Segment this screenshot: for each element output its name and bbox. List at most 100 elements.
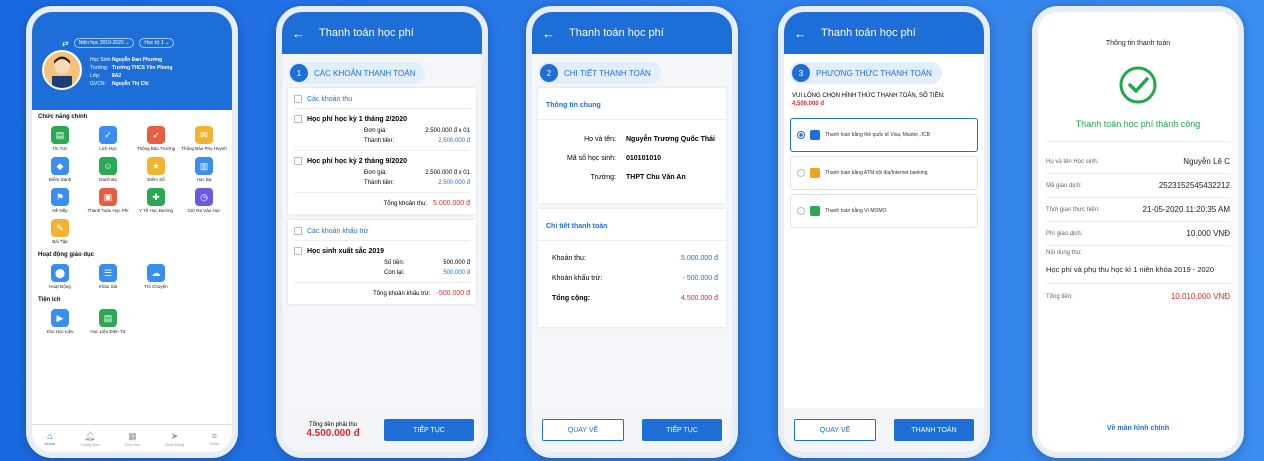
- grid-item[interactable]: ◷ Giờ Ra Vào Học: [180, 188, 228, 213]
- income-sum: Tổng khoản thu: 5.000.000 đ: [294, 193, 470, 210]
- info-row: GVCN: Nguyễn Thị Chi: [90, 80, 172, 88]
- grid-item[interactable]: ☁ Trò Chuyện: [132, 264, 180, 289]
- grid-item[interactable]: ✉ Thông Báo Phụ Huynh: [180, 126, 228, 151]
- detail-title: Chi tiết thanh toán: [538, 209, 726, 241]
- amount-label: Số tiền:: [384, 260, 405, 266]
- tab-label: Thông Báo: [80, 441, 100, 447]
- survey-icon: ☰: [99, 264, 117, 282]
- row-label: Mã giao dịch:: [1046, 182, 1082, 189]
- back-arrow-icon[interactable]: ←: [292, 26, 305, 41]
- tab-notify[interactable]: 🔔︎ Thông Báo: [80, 431, 100, 447]
- tab-label: Thêm: [209, 441, 220, 446]
- pay-button[interactable]: THANH TOÁN: [894, 419, 974, 441]
- checkbox[interactable]: [294, 247, 302, 255]
- term-select[interactable]: Học kỳ 1 ⌄: [139, 38, 175, 48]
- calendar-icon: ▦: [128, 430, 137, 441]
- back-button[interactable]: QUAY VỀ: [542, 419, 624, 441]
- row-label: Phí giao dịch:: [1046, 230, 1083, 237]
- year-select[interactable]: Niên học 2019-2020 ⌄: [73, 38, 135, 48]
- fee-item: Học phí học kỳ 2 tháng 9/2020 Đơn giá: 2.…: [294, 151, 470, 193]
- grid-item[interactable]: ✚ Y Tế Học Đường: [132, 188, 180, 213]
- grid-item[interactable]: ▣ Thanh Toán Học Phí: [84, 188, 132, 213]
- tab-more[interactable]: ≡ Thêm: [209, 431, 219, 446]
- grid-item[interactable]: ▶ Kho Học Liệu: [36, 309, 84, 334]
- tab-home[interactable]: ⌂ Home: [44, 431, 55, 446]
- grid-item[interactable]: ✎ Bài Tập: [36, 219, 84, 244]
- grid-item[interactable]: ⬤ Hoạt Động: [36, 264, 84, 289]
- checkbox[interactable]: [294, 157, 302, 165]
- field-label: Trường:: [590, 174, 616, 181]
- deduction-title: Các khoản khấu trừ: [307, 227, 369, 235]
- field-value: 010101010: [626, 155, 662, 162]
- info-row: Trường: Trường THCS Yên Phong: [90, 64, 172, 72]
- back-arrow-icon[interactable]: ←: [542, 26, 555, 41]
- util-grid: ▶ Kho Học Liệu ▤ Học Liệu Điện Tử: [32, 305, 232, 338]
- deduction-sum: Tổng khoản khấu trừ: -500.000 đ: [294, 283, 470, 300]
- checkbox[interactable]: [294, 95, 302, 103]
- menu-icon: ≡: [211, 431, 217, 441]
- tab-schedule[interactable]: ▦ Lịch Học: [125, 431, 141, 447]
- back-arrow-icon[interactable]: ←: [794, 26, 807, 41]
- radio-button[interactable]: [797, 207, 805, 215]
- grid-item[interactable]: ☺ Danh Bạ: [84, 157, 132, 182]
- income-header[interactable]: Các khoản thu: [294, 92, 470, 109]
- tab-label: Hoạt Động: [165, 441, 185, 447]
- grid-item[interactable]: ➶ Thông Báo Trường: [132, 126, 180, 151]
- grid-item[interactable]: ▤ Học Liệu Điện Tử: [84, 309, 132, 334]
- grid-item[interactable]: ◆ Điểm Danh: [36, 157, 84, 182]
- deduction-item: Học sinh xuất sắc 2019 Số tiền: 500.000 đ…: [294, 241, 470, 283]
- term-label: Học kỳ 1: [144, 40, 164, 46]
- grid-item[interactable]: ★ Điểm Số: [132, 157, 180, 182]
- fee-name: Học phí học kỳ 2 tháng 9/2020: [307, 157, 407, 165]
- continue-button[interactable]: TIẾP TỤC: [642, 419, 722, 441]
- field-row: Mã số học sinh: 010101010: [546, 155, 718, 162]
- continue-button[interactable]: TIẾP TỤC: [384, 419, 474, 441]
- detail-line: Khoản thu: 5.000.000 đ: [546, 255, 718, 262]
- tab-label: Home: [44, 441, 56, 446]
- grid-item-label: Nề Nếp: [52, 208, 68, 213]
- grid-item-label: Kho Học Liệu: [46, 329, 74, 334]
- checkbox[interactable]: [294, 227, 302, 235]
- chat-icon: ☁: [147, 264, 165, 282]
- row-value: 21-05-2020 11:20:35 AM: [1142, 205, 1230, 214]
- success-message: Thanh toán học phí thành công: [1046, 119, 1230, 142]
- atm-card-icon: [810, 168, 820, 178]
- grid-item-label: Thanh Toán Học Phí: [87, 208, 129, 213]
- radio-button[interactable]: [797, 131, 805, 139]
- step-indicator: 3 PHƯƠNG THỨC THANH TOÁN: [790, 62, 942, 84]
- payment-option[interactable]: Thanh toán bằng Ví MOMO: [790, 194, 978, 228]
- phone-result: Thông tin thanh toán Thanh toán học phí …: [1032, 6, 1244, 458]
- info-row: Lớp: 8A2: [90, 72, 172, 80]
- sum-label: Tổng khoản thu:: [383, 200, 428, 207]
- result-row: Mã giao dịch: 2523152545432212: [1046, 174, 1230, 198]
- radio-button[interactable]: [797, 169, 805, 177]
- checkbox[interactable]: [294, 115, 302, 123]
- grid-item[interactable]: ⚑ Nề Nếp: [36, 188, 84, 213]
- grid-item[interactable]: ▥ Học Bạ: [180, 157, 228, 182]
- bank-icon: [810, 130, 820, 140]
- grid-item-label: Y Tế Học Đường: [138, 208, 174, 213]
- back-button[interactable]: QUAY VỀ: [794, 419, 876, 441]
- grid-item-label: Lịch Học: [99, 146, 117, 151]
- grid-item-label: Điểm Số: [147, 177, 165, 182]
- payment-option[interactable]: Thanh toán bằng thẻ quốc tế Visa, Master…: [790, 118, 978, 152]
- tab-activity[interactable]: ➤ Hoạt Động: [165, 431, 184, 447]
- payment-option[interactable]: Thanh toán bằng ATM nội địa/Internet ban…: [790, 156, 978, 190]
- momo-icon: [810, 206, 820, 216]
- grid-item[interactable]: ☰ Khảo Sát: [84, 264, 132, 289]
- result-title: Thông tin thanh toán: [1105, 40, 1171, 47]
- grid-item[interactable]: ✓ Lịch Học: [84, 126, 132, 151]
- grid-item[interactable]: ▤ Tin Tức: [36, 126, 84, 151]
- footer-bar: QUAY VỀ THANH TOÁN: [784, 408, 984, 452]
- switch-icon[interactable]: ⇄: [62, 39, 69, 48]
- avatar[interactable]: [42, 50, 82, 90]
- success-check-icon: [1038, 65, 1238, 105]
- grid-item-label: Tin Tức: [52, 146, 68, 151]
- grid-item-label: Bài Tập: [52, 239, 68, 244]
- remain-value: 500.000 đ: [443, 270, 470, 276]
- deduction-header[interactable]: Các khoản khấu trừ: [294, 224, 470, 241]
- home-link[interactable]: Về màn hình chính: [1038, 425, 1238, 432]
- unit-label: Đơn giá:: [364, 128, 387, 134]
- fee-item: Học phí học kỳ 1 tháng 2/2020 Đơn giá: 2.…: [294, 109, 470, 151]
- row-label: Thời gian thực hiện:: [1046, 206, 1100, 213]
